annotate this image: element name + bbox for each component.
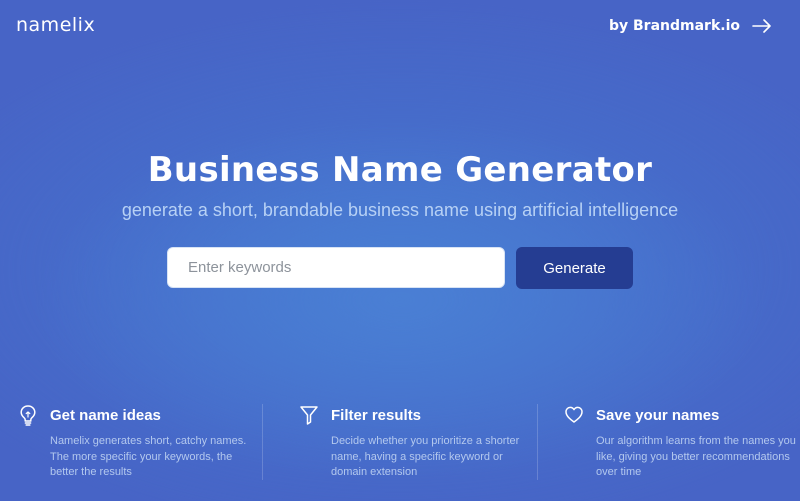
arrow-right-icon [752, 19, 771, 33]
brandmark-link[interactable]: by Brandmark.io [609, 18, 772, 34]
heart-icon [565, 406, 583, 423]
generate-button[interactable]: Generate [516, 247, 633, 289]
logo[interactable]: namelix [16, 14, 95, 36]
brandmark-link-label: by Brandmark.io [608, 18, 740, 34]
feature-title: Filter results [331, 406, 422, 424]
page-title: Business Name Generator [147, 150, 653, 190]
search-form: Generate [167, 247, 633, 289]
page-subtitle: generate a short, brandable business nam… [121, 200, 679, 220]
feature-title: Get name ideas [50, 406, 161, 424]
keywords-input[interactable] [167, 247, 505, 288]
feature-save-your-names: Save your names Our algorithm learns fro… [564, 402, 800, 481]
top-bar: namelix by Brandmark.io [0, 0, 800, 58]
feature-description: Decide whether you prioritize a shorter … [331, 435, 520, 478]
lightbulb-icon [20, 405, 36, 426]
feature-get-name-ideas: Get name ideas Namelix generates short, … [18, 402, 258, 481]
features-section: Get name ideas Namelix generates short, … [0, 402, 800, 492]
feature-description: Namelix generates short, catchy names. T… [50, 435, 247, 478]
feature-filter-results: Filter results Decide whether you priori… [299, 402, 539, 481]
feature-description: Our algorithm learns from the names you … [596, 435, 796, 478]
feature-divider [537, 404, 538, 480]
hero: Business Name Generator generate a short… [0, 150, 800, 221]
feature-title: Save your names [596, 406, 720, 424]
feature-divider [262, 404, 263, 480]
filter-icon [300, 406, 318, 425]
